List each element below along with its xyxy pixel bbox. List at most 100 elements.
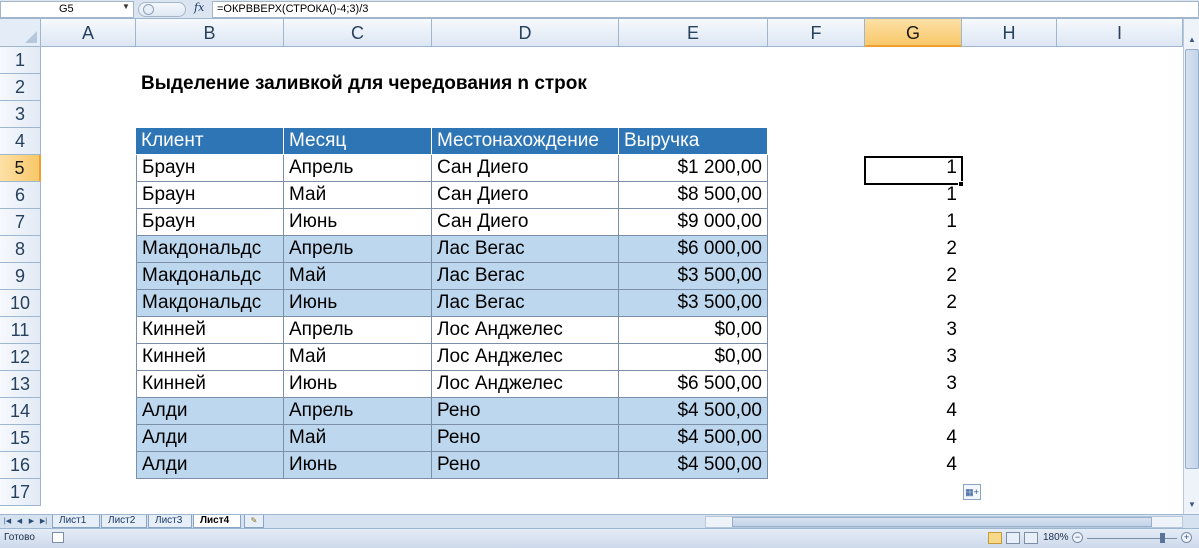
table-cell[interactable]: $6 000,00: [619, 236, 768, 263]
table-cell[interactable]: Кинней: [136, 317, 284, 344]
worksheet-grid[interactable]: ABCDEFGHI 1 2 3 4 5 6 7 8 9 10 11 12 13 14 15 16 17 Выде…: [0, 19, 1183, 514]
column-header-a[interactable]: A: [41, 19, 136, 47]
zoom-in-icon[interactable]: +: [1181, 532, 1192, 543]
table-cell[interactable]: Рено: [432, 398, 619, 425]
row-header-5[interactable]: 5: [0, 155, 41, 182]
table-cell[interactable]: Июнь: [284, 371, 432, 398]
column-header-h[interactable]: H: [962, 19, 1057, 47]
next-sheet-icon[interactable]: ▶: [26, 515, 37, 528]
tab-лист2[interactable]: Лист2: [101, 515, 147, 528]
table-cell[interactable]: Апрель: [284, 398, 432, 425]
sheet-title[interactable]: Выделение заливкой для чередования n стр…: [141, 73, 587, 95]
table-header-cell[interactable]: Местонахождение: [432, 128, 619, 155]
table-cell[interactable]: $6 500,00: [619, 371, 768, 398]
row-header-8[interactable]: 8: [0, 236, 41, 263]
table-cell[interactable]: Сан Диего: [432, 209, 619, 236]
horizontal-scrollbar[interactable]: [705, 516, 1183, 528]
table-cell[interactable]: $4 500,00: [619, 452, 768, 479]
table-cell[interactable]: Лос Анджелес: [432, 371, 619, 398]
column-g-cell[interactable]: 3: [865, 344, 962, 371]
table-header-cell[interactable]: Выручка: [619, 128, 768, 155]
table-cell[interactable]: Алди: [136, 452, 284, 479]
zoom-level[interactable]: 180%: [1043, 532, 1069, 543]
table-cell[interactable]: Макдональдс: [136, 236, 284, 263]
table-cell[interactable]: $3 500,00: [619, 290, 768, 317]
table-cell[interactable]: Макдональдс: [136, 290, 284, 317]
column-g-cell[interactable]: 1: [865, 182, 962, 209]
last-sheet-icon[interactable]: ▶|: [38, 515, 49, 528]
page-layout-view-button[interactable]: [1006, 532, 1020, 544]
column-g-cell[interactable]: 3: [865, 317, 962, 344]
table-cell[interactable]: Браун: [136, 155, 284, 182]
row-header-10[interactable]: 10: [0, 290, 41, 317]
table-cell[interactable]: Май: [284, 263, 432, 290]
first-sheet-icon[interactable]: |◀: [2, 515, 13, 528]
column-g-cell[interactable]: 2: [865, 236, 962, 263]
table-cell[interactable]: Лас Вегас: [432, 263, 619, 290]
scroll-down-icon[interactable]: ▼: [1185, 498, 1199, 512]
column-header-c[interactable]: C: [284, 19, 432, 47]
paste-options-icon[interactable]: ▦+: [963, 484, 981, 500]
formula-input[interactable]: =ОКРВВЕРХ(СТРОКА()-4;3)/3: [212, 1, 1199, 18]
scroll-up-icon[interactable]: ▲: [1185, 33, 1199, 47]
page-break-view-button[interactable]: [1024, 532, 1038, 544]
column-g-cell[interactable]: 4: [865, 452, 962, 479]
row-header-12[interactable]: 12: [0, 344, 41, 371]
table-header-cell[interactable]: Месяц: [284, 128, 432, 155]
insert-function-icon[interactable]: fx: [194, 1, 204, 14]
table-cell[interactable]: Лос Анджелес: [432, 317, 619, 344]
table-cell[interactable]: Браун: [136, 182, 284, 209]
column-g-cell[interactable]: 4: [865, 398, 962, 425]
insert-sheet-icon[interactable]: ✎: [244, 515, 264, 528]
row-header-17[interactable]: 17: [0, 479, 41, 506]
fill-handle[interactable]: [958, 181, 964, 187]
row-header-13[interactable]: 13: [0, 371, 41, 398]
table-cell[interactable]: $0,00: [619, 317, 768, 344]
row-header-2[interactable]: 2: [0, 74, 41, 101]
table-cell[interactable]: Июнь: [284, 209, 432, 236]
table-cell[interactable]: Май: [284, 344, 432, 371]
table-cell[interactable]: Май: [284, 182, 432, 209]
table-cell[interactable]: $4 500,00: [619, 398, 768, 425]
zoom-out-icon[interactable]: −: [1072, 532, 1083, 543]
select-all-button[interactable]: [0, 19, 41, 47]
table-cell[interactable]: Браун: [136, 209, 284, 236]
row-header-16[interactable]: 16: [0, 452, 41, 479]
table-cell[interactable]: Лас Вегас: [432, 236, 619, 263]
table-cell[interactable]: $1 200,00: [619, 155, 768, 182]
horizontal-scroll-thumb[interactable]: [732, 517, 1152, 527]
row-header-9[interactable]: 9: [0, 263, 41, 290]
table-cell[interactable]: Лос Анджелес: [432, 344, 619, 371]
row-header-15[interactable]: 15: [0, 425, 41, 452]
column-g-cell[interactable]: 2: [865, 290, 962, 317]
column-g-cell[interactable]: 3: [865, 371, 962, 398]
column-header-b[interactable]: B: [136, 19, 284, 47]
record-macro-icon[interactable]: [52, 532, 64, 543]
name-box[interactable]: G5: [0, 1, 134, 18]
table-cell[interactable]: $9 000,00: [619, 209, 768, 236]
table-cell[interactable]: $3 500,00: [619, 263, 768, 290]
table-cell[interactable]: Кинней: [136, 344, 284, 371]
column-g-cell[interactable]: 4: [865, 425, 962, 452]
row-header-11[interactable]: 11: [0, 317, 41, 344]
table-cell[interactable]: Лас Вегас: [432, 290, 619, 317]
row-header-7[interactable]: 7: [0, 209, 41, 236]
tab-лист1[interactable]: Лист1: [52, 515, 100, 528]
table-cell[interactable]: Сан Диего: [432, 182, 619, 209]
column-header-d[interactable]: D: [432, 19, 619, 47]
table-cell[interactable]: Июнь: [284, 452, 432, 479]
vertical-scrollbar[interactable]: ▲ ▼: [1183, 19, 1199, 514]
expand-formula-icon[interactable]: [143, 4, 154, 15]
table-cell[interactable]: Май: [284, 425, 432, 452]
table-header-cell[interactable]: Клиент: [136, 128, 284, 155]
row-header-3[interactable]: 3: [0, 101, 41, 128]
chevron-down-icon[interactable]: ▼: [122, 2, 130, 11]
vertical-scroll-thumb[interactable]: [1185, 49, 1199, 469]
column-header-e[interactable]: E: [619, 19, 768, 47]
normal-view-button[interactable]: [988, 532, 1002, 544]
column-header-i[interactable]: I: [1057, 19, 1183, 47]
column-header-f[interactable]: F: [768, 19, 865, 47]
row-header-6[interactable]: 6: [0, 182, 41, 209]
tab-лист3[interactable]: Лист3: [148, 515, 192, 528]
column-g-cell[interactable]: 1: [865, 209, 962, 236]
